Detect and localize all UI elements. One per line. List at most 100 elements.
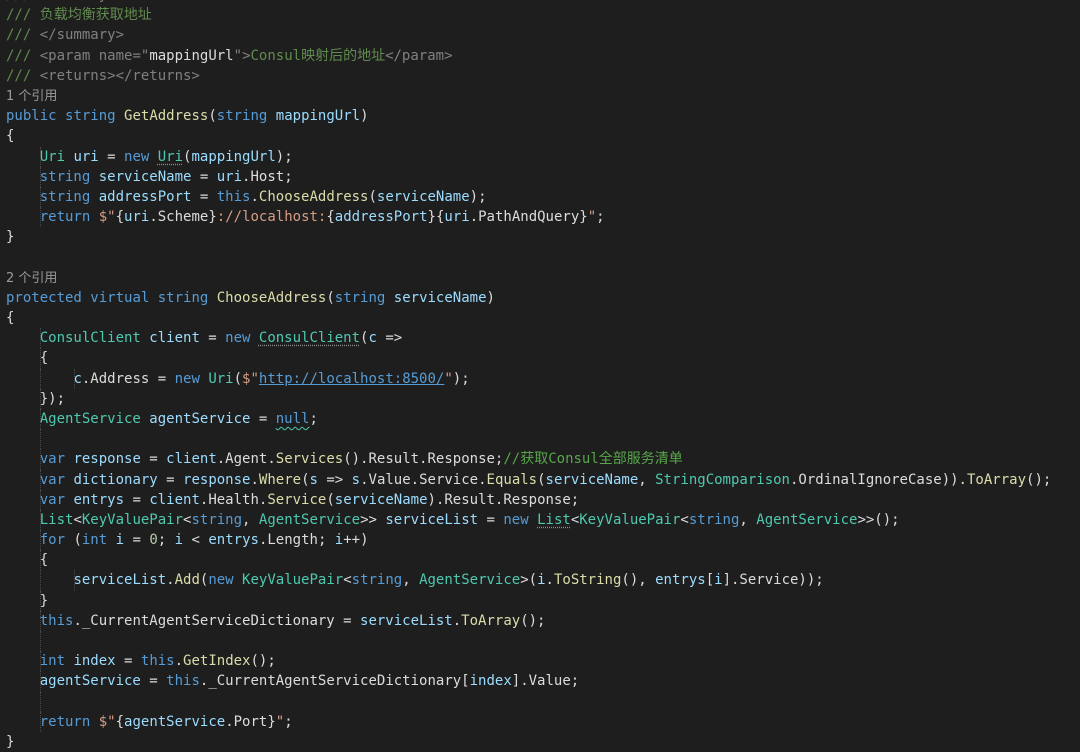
code-token: ToArray <box>967 471 1027 488</box>
code-token: index <box>469 673 512 690</box>
indent-guide <box>40 651 41 672</box>
code-token: //获取Consul全部服务清单 <box>503 451 683 468</box>
code-token: serviceList <box>385 511 479 528</box>
code-token: return <box>39 713 99 730</box>
code-token: ConsulClient <box>258 330 361 347</box>
code-line: protected virtual string ChooseAddress(s… <box>0 288 1080 308</box>
code-line: var response = client.Agent.Services().R… <box>0 449 1080 470</box>
code-token: .PathAndQuery <box>469 209 580 226</box>
code-line: }); <box>0 388 1080 409</box>
code-token: ConsulClient <box>39 330 150 347</box>
code-token: serviceList <box>73 572 167 589</box>
code-token: uri <box>216 168 243 185</box>
code-token: agentService <box>149 410 251 427</box>
code-token: .OrdinalIgnoreCase)). <box>789 471 967 488</box>
code-token: null <box>275 410 310 427</box>
code-token: , <box>402 572 420 589</box>
indent-guide <box>40 469 41 490</box>
code-token: string <box>39 168 99 185</box>
code-token: .Host; <box>242 168 293 185</box>
indent-guide <box>40 550 41 571</box>
code-token: = <box>199 330 226 347</box>
code-token: ) <box>486 289 495 306</box>
indent-guide <box>40 489 41 510</box>
code-token: string <box>351 572 403 589</box>
codelens-reference-hint[interactable]: 2 个引用 <box>0 268 1080 288</box>
code-line: AgentService agentService = null; <box>0 408 1080 430</box>
code-line <box>0 691 1080 712</box>
code-editor[interactable]: /// <summary>/// 负载均衡获取地址/// </summary>/… <box>0 0 1080 752</box>
code-token: ChooseAddress <box>258 188 369 205</box>
code-token: ChooseAddress <box>216 289 327 306</box>
indent-guide <box>40 388 41 409</box>
indent-guide <box>40 166 41 187</box>
code-token: GetAddress <box>124 108 209 125</box>
indent-guide <box>40 671 41 692</box>
code-token: /// 负载均衡获取地址 <box>6 7 152 24</box>
code-token: (), <box>621 572 656 589</box>
code-token: i <box>537 572 546 589</box>
code-token: >>(); <box>857 511 900 528</box>
code-token: index <box>73 653 116 670</box>
code-token: = <box>140 451 167 468</box>
code-token: string <box>688 511 740 528</box>
code-token: addressPort <box>334 209 428 226</box>
codelens-reference-hint[interactable]: 1 个引用 <box>0 86 1080 106</box>
code-line: for (int i = 0; i < entrys.Length; i++) <box>0 530 1080 551</box>
code-token: ; <box>157 532 175 549</box>
code-token: this <box>140 653 175 670</box>
code-line: agentService = this._CurrentAgentService… <box>0 671 1080 692</box>
code-token: ; <box>596 209 605 226</box>
indent-guide <box>74 368 75 389</box>
code-token: client <box>149 330 200 347</box>
code-line: return $"{agentService.Port}"; <box>0 711 1080 732</box>
code-token: ); <box>275 148 293 165</box>
code-token: ; <box>309 410 318 427</box>
code-token: int <box>81 532 116 549</box>
indent-guide <box>40 348 41 369</box>
code-token: ToString <box>553 572 622 589</box>
code-token: " <box>233 47 243 64</box>
code-token: string <box>334 289 394 306</box>
code-token: .Value.Service. <box>360 471 487 488</box>
code-token: ://localhost: <box>216 209 327 226</box>
code-token: uri <box>124 209 150 226</box>
indent-guide <box>40 368 41 389</box>
code-token: List <box>39 511 74 528</box>
code-token: i <box>334 532 344 549</box>
code-token: ( <box>233 370 243 387</box>
code-token: KeyValuePair <box>579 511 681 528</box>
code-token: } <box>579 209 588 226</box>
code-token: string <box>39 188 99 205</box>
code-token: serviceList <box>360 612 453 629</box>
reference-count-label[interactable]: 1 个引用 <box>6 89 57 104</box>
code-token: for <box>39 532 74 549</box>
code-token: >> <box>360 511 386 528</box>
code-token: AgentService <box>756 511 858 528</box>
indent-guide <box>40 631 41 652</box>
indent-guide <box>40 570 41 591</box>
code-token: ( <box>73 532 82 549</box>
code-token: => <box>317 471 352 488</box>
code-token: { <box>115 209 125 226</box>
code-token: AgentService <box>419 572 521 589</box>
reference-count-label[interactable]: 2 个引用 <box>6 271 57 286</box>
code-token: , <box>638 471 656 488</box>
code-token: $" <box>98 209 116 226</box>
code-token: .Port <box>225 713 268 730</box>
code-line: { <box>0 550 1080 571</box>
code-token: (); <box>520 612 546 629</box>
indent-guide <box>40 408 41 430</box>
code-token: . <box>452 612 462 629</box>
code-token: entrys <box>208 532 259 549</box>
code-token: < <box>343 572 352 589</box>
code-token: Consul映射后的地址 <box>250 47 386 64</box>
code-line: List<KeyValuePair<string, AgentService>>… <box>0 509 1080 531</box>
code-token: response <box>73 451 141 468</box>
code-token: var <box>39 451 74 468</box>
code-token: response <box>183 471 251 488</box>
code-token: /// <box>6 27 40 44</box>
